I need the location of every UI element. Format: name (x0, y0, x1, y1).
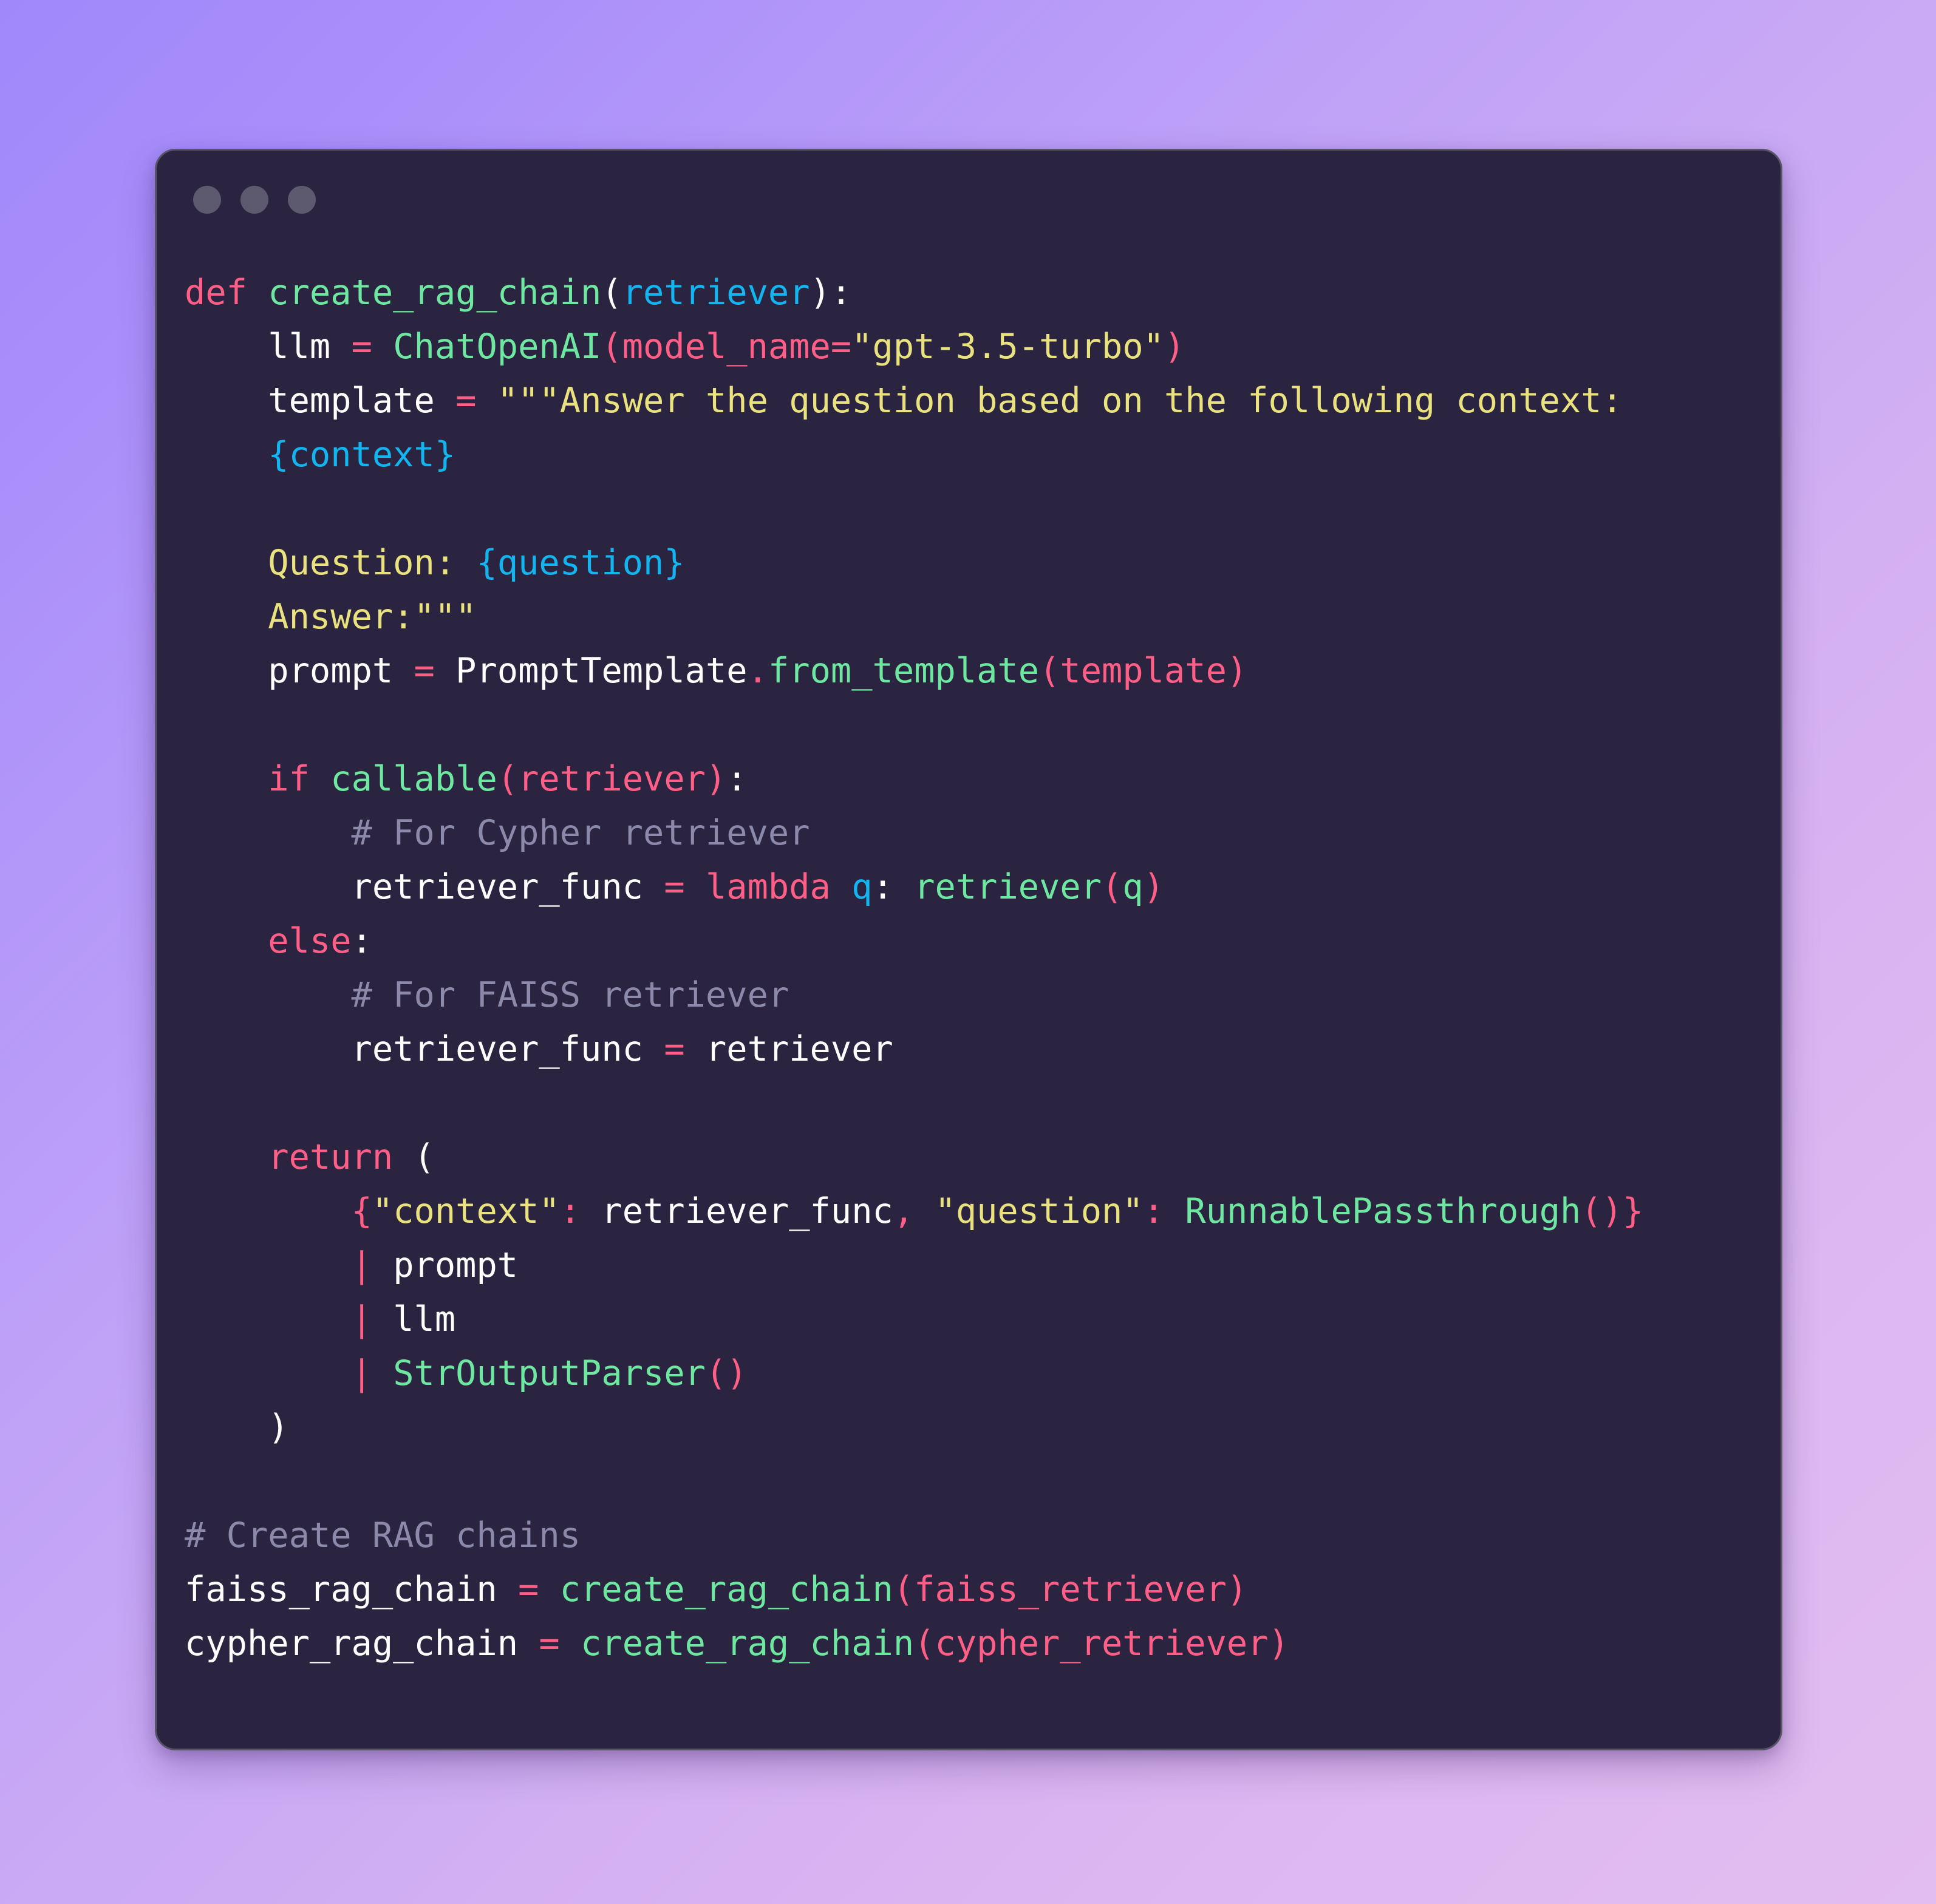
window-traffic-lights (193, 186, 316, 214)
maximize-window-dot[interactable] (288, 186, 316, 214)
window-titlebar (157, 151, 1781, 236)
python-code-block: def create_rag_chain(retriever): llm = C… (185, 273, 1644, 1664)
minimize-window-dot[interactable] (240, 186, 268, 214)
close-window-dot[interactable] (193, 186, 221, 214)
code-window-card: def create_rag_chain(retriever): llm = C… (155, 149, 1782, 1750)
code-content-area: def create_rag_chain(retriever): llm = C… (157, 236, 1781, 1749)
